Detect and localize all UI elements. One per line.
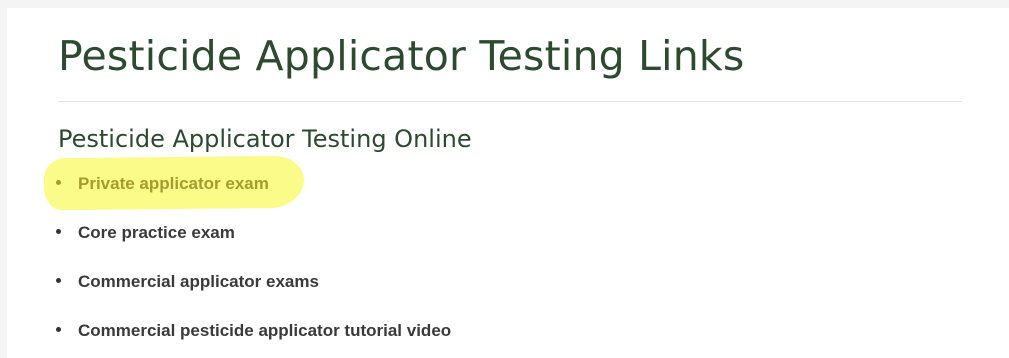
- private-applicator-exam-link[interactable]: Private applicator exam: [78, 174, 269, 193]
- bullet-icon: [56, 180, 61, 186]
- bullet-icon: [56, 229, 61, 235]
- page-title: Pesticide Applicator Testing Links: [58, 32, 745, 80]
- list-item: Commercial pesticide applicator tutorial…: [56, 318, 451, 344]
- list-item: Commercial applicator exams: [56, 269, 319, 295]
- list-item: Private applicator exam: [56, 171, 269, 197]
- commercial-tutorial-video-link[interactable]: Commercial pesticide applicator tutorial…: [78, 321, 451, 340]
- title-divider: [58, 101, 962, 102]
- bullet-icon: [56, 327, 61, 333]
- bullet-icon: [56, 278, 61, 284]
- core-practice-exam-link[interactable]: Core practice exam: [78, 223, 235, 242]
- content-panel: Pesticide Applicator Testing Links Pesti…: [7, 8, 1009, 358]
- section-title: Pesticide Applicator Testing Online: [58, 125, 472, 153]
- commercial-applicator-exams-link[interactable]: Commercial applicator exams: [78, 272, 319, 291]
- list-item: Core practice exam: [56, 220, 235, 246]
